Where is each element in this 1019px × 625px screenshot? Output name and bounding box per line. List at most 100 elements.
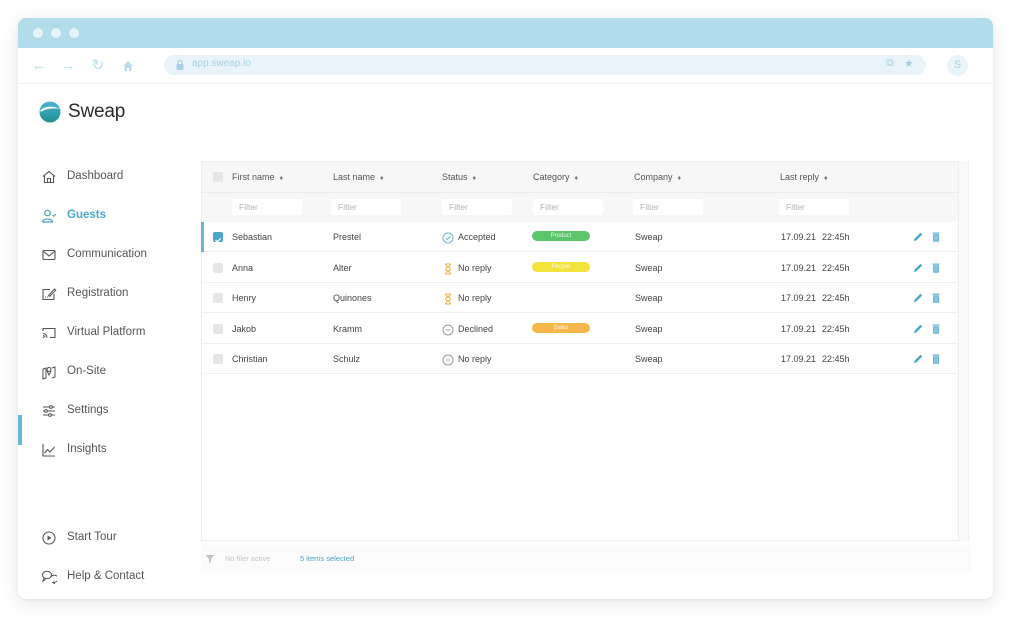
table-row[interactable]: Henry Quinones No reply Sweap 17.09.21 22:45h	[202, 283, 958, 313]
envelope-icon	[42, 249, 56, 261]
table-row[interactable]: Anna Alter No reply People Sweap 17.09.21 22:4…	[202, 252, 958, 283]
check-circle-icon	[442, 231, 454, 244]
reload-icon[interactable]: ↻	[89, 57, 107, 75]
edit-pencil-icon[interactable]	[912, 292, 924, 304]
cell-status: No reply	[458, 354, 492, 364]
sidebar-item-on-site[interactable]: On-Site	[18, 359, 198, 385]
share-icon[interactable]: ⧉	[886, 57, 894, 70]
cell-last-name: Alter	[333, 262, 352, 273]
cell-first-name: Jakob	[232, 323, 257, 334]
cell-last-reply-time: 22:45h	[822, 232, 850, 242]
chat-bubbles-icon	[41, 570, 57, 584]
sliders-icon	[43, 405, 55, 417]
sidebar-scroll-indicator[interactable]	[18, 415, 22, 445]
window-titlebar	[18, 18, 993, 48]
cell-last-name: Kramm	[333, 323, 362, 334]
minus-circle-icon	[442, 353, 454, 366]
cell-status: No reply	[458, 293, 492, 303]
forward-arrow-icon[interactable]: →	[59, 57, 77, 75]
table-footer: No filer active 5 items selected	[201, 545, 971, 573]
guests-table: First name ♦ Last name ♦ Status ♦ Category ♦…	[201, 161, 959, 541]
column-header-category[interactable]: Category ♦	[533, 172, 578, 182]
cell-company: Sweap	[635, 293, 663, 303]
row-checkbox[interactable]	[213, 323, 223, 334]
sidebar-item-start-tour[interactable]: Start Tour	[18, 525, 198, 551]
table-row[interactable]: Jakob Kramm Declined Sales Sweap 17.09.21 22:4…	[202, 313, 958, 344]
sidebar-item-help-contact[interactable]: Help & Contact	[18, 564, 198, 590]
select-all-checkbox[interactable]	[213, 172, 223, 182]
cell-first-name: Anna	[232, 262, 254, 273]
edit-pencil-icon[interactable]	[912, 323, 924, 335]
cell-last-reply-time: 22:45h	[822, 323, 850, 334]
filter-company[interactable]	[633, 199, 703, 215]
browser-window: ← → ↻ app.sweap.io ⧉ ★ S Sweap Dashboard	[18, 18, 993, 599]
delete-trash-icon[interactable]	[930, 262, 942, 274]
cell-last-reply-time: 22:45h	[822, 354, 850, 364]
filter-icon[interactable]	[205, 554, 215, 564]
edit-pencil-icon[interactable]	[912, 262, 924, 274]
window-minimize-dot[interactable]	[51, 28, 61, 38]
cell-last-name: Quinones	[333, 293, 372, 303]
window-close-dot[interactable]	[33, 28, 43, 38]
delete-trash-icon[interactable]	[930, 323, 942, 335]
filter-first-name[interactable]	[232, 199, 302, 215]
back-arrow-icon[interactable]: ←	[30, 57, 48, 75]
profile-avatar[interactable]: S	[947, 55, 968, 76]
delete-trash-icon[interactable]	[930, 231, 942, 243]
sort-icon: ♦	[824, 175, 828, 182]
delete-trash-icon[interactable]	[930, 353, 942, 365]
cell-last-reply-date: 17.09.21	[781, 323, 817, 334]
cell-last-reply-date: 17.09.21	[781, 262, 817, 273]
category-badge: Sales	[532, 322, 590, 333]
table-row[interactable]: Sebastian Prestel Accepted Product Sweap 17.0…	[201, 222, 958, 252]
minus-circle-icon	[442, 323, 454, 335]
url-text: app.sweap.io	[192, 58, 251, 69]
user-check-icon	[41, 209, 57, 223]
table-header: First name ♦ Last name ♦ Status ♦ Category ♦…	[202, 162, 958, 222]
form-edit-icon	[42, 288, 57, 301]
delete-trash-icon[interactable]	[930, 292, 942, 304]
browser-toolbar: ← → ↻ app.sweap.io ⧉ ★ S	[18, 48, 993, 84]
column-header-last-name[interactable]: Last name ♦	[333, 172, 384, 182]
row-checkbox[interactable]	[213, 293, 223, 303]
cell-last-reply-date: 17.09.21	[781, 354, 817, 364]
row-checkbox[interactable]	[213, 262, 223, 273]
column-header-first-name[interactable]: First name ♦	[232, 172, 283, 182]
filter-row	[202, 192, 958, 222]
filter-category[interactable]	[533, 199, 603, 215]
cell-first-name: Henry	[232, 293, 257, 303]
column-header-last-reply[interactable]: Last reply ♦	[780, 172, 828, 182]
cell-status: Accepted	[458, 232, 496, 242]
edit-pencil-icon[interactable]	[912, 231, 924, 243]
star-icon[interactable]: ★	[904, 57, 914, 70]
category-badge: Product	[532, 231, 590, 241]
sidebar-item-guests[interactable]: Guests	[18, 203, 198, 229]
cell-first-name: Sebastian	[232, 232, 273, 242]
home-icon[interactable]	[119, 57, 137, 75]
lock-icon	[176, 59, 184, 70]
address-bar[interactable]: app.sweap.io ⧉ ★	[164, 55, 926, 75]
sidebar-item-virtual-platform[interactable]: Virtual Platform	[18, 320, 198, 346]
selection-status-link[interactable]: 5 items selected	[300, 554, 354, 563]
cell-company: Sweap	[635, 354, 663, 364]
cell-last-reply-time: 22:45h	[822, 262, 850, 273]
logo-text: Sweap	[68, 101, 126, 122]
hourglass-icon	[442, 262, 454, 275]
row-checkbox[interactable]	[213, 232, 223, 243]
sidebar-item-insights[interactable]: Insights	[18, 437, 198, 463]
sidebar-item-registration[interactable]: Registration	[18, 281, 198, 307]
edit-pencil-icon[interactable]	[912, 353, 924, 365]
table-row[interactable]: Christian Schulz No reply Sweap 17.09.21 22:4…	[202, 344, 958, 374]
filter-last-name[interactable]	[331, 199, 401, 215]
cell-last-reply-date: 17.09.21	[781, 232, 817, 242]
row-checkbox[interactable]	[213, 354, 223, 364]
column-header-status[interactable]: Status ♦	[442, 172, 476, 182]
column-header-company[interactable]: Company ♦	[634, 172, 681, 182]
filter-status[interactable]	[442, 199, 512, 215]
sidebar-item-dashboard[interactable]: Dashboard	[18, 164, 198, 190]
sidebar-item-communication[interactable]: Communication	[18, 242, 198, 268]
sidebar-item-settings[interactable]: Settings	[18, 398, 198, 424]
cell-last-reply-date: 17.09.21	[781, 293, 817, 303]
filter-last-reply[interactable]	[779, 199, 849, 215]
window-maximize-dot[interactable]	[69, 28, 79, 38]
